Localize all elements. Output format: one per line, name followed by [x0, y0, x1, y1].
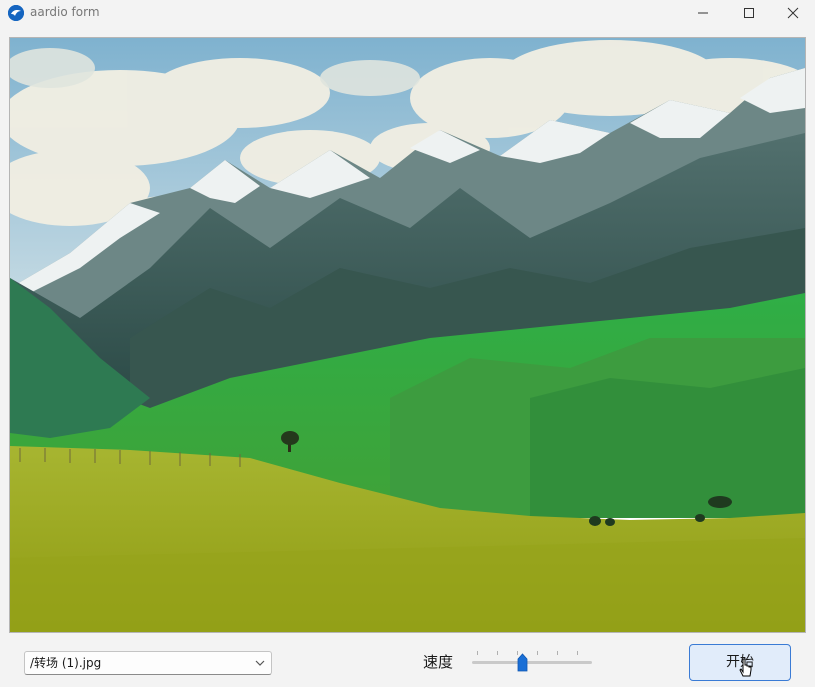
close-icon [787, 7, 799, 19]
maximize-button[interactable] [726, 0, 772, 26]
slider-tick [577, 651, 578, 655]
mouse-cursor-icon [739, 658, 752, 677]
slider-track[interactable] [472, 661, 592, 664]
minimize-icon [698, 12, 708, 14]
slider-tick [497, 651, 498, 655]
slider-tick [537, 651, 538, 655]
slider-tick [557, 651, 558, 655]
window-title: aardio form [30, 5, 100, 19]
title-bar[interactable]: aardio form [0, 0, 815, 26]
close-button[interactable] [770, 0, 815, 26]
minimize-button[interactable] [680, 0, 726, 26]
file-select-value: /转场 (1).jpg [30, 656, 102, 670]
file-select[interactable]: /转场 (1).jpg [24, 651, 272, 675]
slider-tick [477, 651, 478, 655]
image-viewer [9, 37, 806, 633]
app-window: aardio form /转场 (1).jpg 速度 开始 [0, 0, 815, 687]
slider-thumb[interactable] [517, 653, 528, 672]
speed-slider[interactable] [470, 648, 594, 676]
chevron-down-icon [255, 660, 265, 666]
landscape-photo [10, 38, 805, 632]
maximize-icon [744, 8, 754, 18]
app-logo-icon [8, 5, 24, 21]
speed-label: 速度 [423, 653, 454, 671]
